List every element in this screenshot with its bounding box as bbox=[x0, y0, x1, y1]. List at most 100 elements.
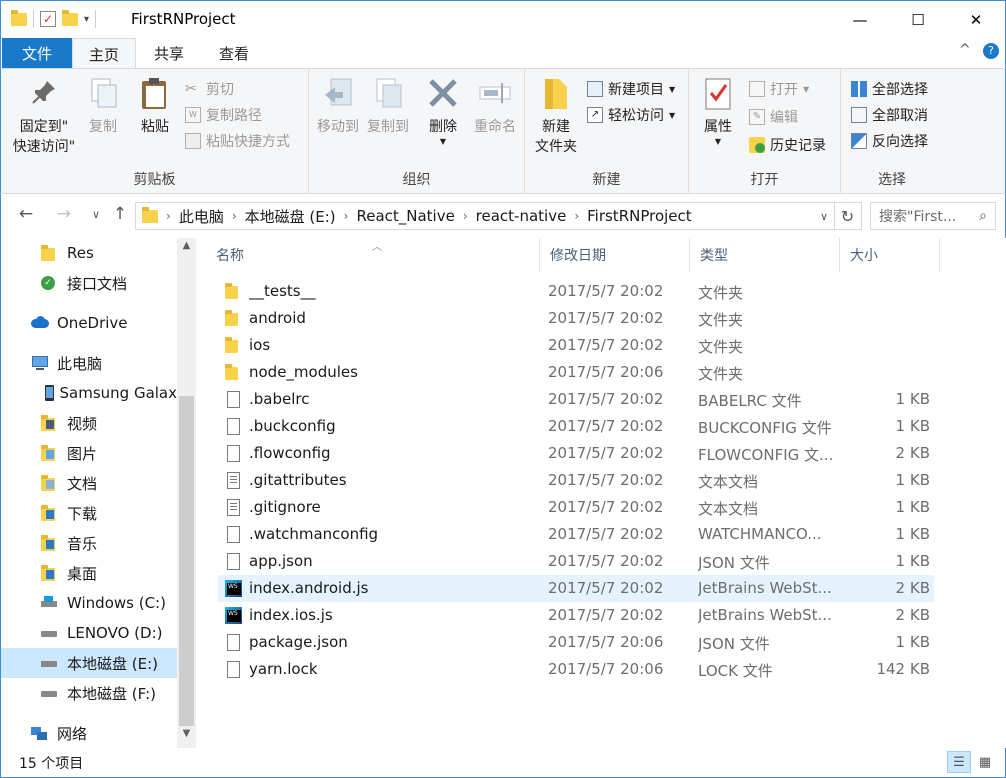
sidebar-item[interactable]: 图片 bbox=[1, 438, 177, 468]
recent-locations-chevron-icon[interactable]: ∨ bbox=[85, 208, 107, 221]
new-folder-button[interactable]: 新建 文件夹 bbox=[531, 75, 581, 157]
rename-button[interactable]: 重命名 bbox=[469, 75, 521, 137]
breadcrumb-first-rn-project[interactable]: FirstRNProject bbox=[581, 207, 698, 225]
file-row[interactable]: .buckconfig 2017/5/7 20:02 BUCKCONFIG 文件 1 … bbox=[218, 413, 934, 440]
chevron-right-icon[interactable]: › bbox=[230, 209, 239, 223]
sidebar-item-label: 音乐 bbox=[67, 534, 98, 553]
file-row[interactable]: android 2017/5/7 20:02 文件夹 bbox=[218, 305, 934, 332]
edit-button[interactable]: ✎ 编辑 bbox=[749, 107, 798, 127]
chevron-right-icon[interactable]: › bbox=[572, 209, 581, 223]
file-row[interactable]: ios 2017/5/7 20:02 文件夹 bbox=[218, 332, 934, 359]
sidebar-item[interactable]: Windows (C:) bbox=[1, 588, 177, 618]
help-icon[interactable]: ? bbox=[983, 43, 999, 59]
address-history-chevron-icon[interactable]: ∨ bbox=[820, 210, 828, 223]
file-row[interactable]: .gitignore 2017/5/7 20:02 文本文档 1 KB bbox=[218, 494, 934, 521]
pin-quick-access-button[interactable]: 固定到" 快速访问" bbox=[9, 75, 79, 157]
sidebar-item[interactable]: Samsung Galax bbox=[1, 378, 177, 408]
sidebar-item[interactable]: 本地磁盘 (E:) bbox=[1, 648, 177, 678]
back-arrow-icon[interactable]: ← bbox=[15, 204, 37, 224]
breadcrumb-react-native-folder[interactable]: React_Native bbox=[350, 207, 460, 225]
breadcrumb-react-native[interactable]: react-native bbox=[470, 207, 573, 225]
file-icon bbox=[225, 445, 241, 462]
paste-button[interactable]: 粘贴 bbox=[133, 75, 177, 137]
breadcrumb-drive-e[interactable]: 本地磁盘 (E:) bbox=[239, 206, 342, 227]
sidebar-item[interactable]: Res bbox=[1, 238, 177, 268]
sidebar-item[interactable]: 视频 bbox=[1, 408, 177, 438]
file-row[interactable]: package.json 2017/5/7 20:06 JSON 文件 1 KB bbox=[218, 629, 934, 656]
sidebar-item[interactable]: LENOVO (D:) bbox=[1, 618, 177, 648]
minimize-button[interactable]: — bbox=[831, 1, 889, 39]
properties-check-icon[interactable]: ✓ bbox=[40, 11, 56, 27]
tab-share[interactable]: 共享 bbox=[141, 38, 197, 68]
ribbon-tabs: 文件 主页 共享 查看 ^ ? bbox=[0, 38, 1006, 69]
easy-access-button[interactable]: ↗ 轻松访问 ▼ bbox=[587, 105, 675, 125]
select-none-button[interactable]: 全部取消 bbox=[851, 105, 928, 125]
sidebar-item[interactable]: 音乐 bbox=[1, 528, 177, 558]
file-row[interactable]: node_modules 2017/5/7 20:06 文件夹 bbox=[218, 359, 934, 386]
scroll-up-arrow-icon[interactable]: ▲ bbox=[177, 240, 196, 257]
cut-button[interactable]: ✂ 剪切 bbox=[185, 79, 234, 99]
paste-shortcut-label: 粘贴快捷方式 bbox=[206, 134, 290, 150]
new-item-button[interactable]: 新建项目 ▼ bbox=[587, 79, 675, 99]
sidebar-item[interactable]: 下载 bbox=[1, 498, 177, 528]
column-header-size[interactable]: 大小 bbox=[840, 238, 940, 272]
copy-to-button[interactable]: 复制到 bbox=[363, 75, 413, 137]
sidebar-item[interactable]: OneDrive bbox=[1, 308, 177, 338]
large-icons-view-icon[interactable]: ▦ bbox=[973, 751, 997, 773]
chevron-right-icon[interactable]: › bbox=[164, 209, 173, 223]
customize-toolbar-icon[interactable]: ▾ bbox=[84, 14, 89, 25]
paste-shortcut-button[interactable]: 粘贴快捷方式 bbox=[185, 131, 290, 151]
chevron-right-icon[interactable]: › bbox=[461, 209, 470, 223]
breadcrumb-this-pc[interactable]: 此电脑 bbox=[173, 206, 230, 227]
column-header-type[interactable]: 类型 bbox=[690, 238, 840, 272]
file-row[interactable]: .babelrc 2017/5/7 20:02 BABELRC 文件 1 KB bbox=[218, 386, 934, 413]
forward-arrow-icon[interactable]: → bbox=[53, 204, 75, 224]
file-row[interactable]: app.json 2017/5/7 20:02 JSON 文件 1 KB bbox=[218, 548, 934, 575]
address-bar[interactable]: › 此电脑 › 本地磁盘 (E:) › React_Native › react… bbox=[135, 202, 835, 230]
collapse-ribbon-icon[interactable]: ^ bbox=[959, 42, 971, 58]
column-header-date[interactable]: 修改日期 bbox=[540, 238, 690, 272]
history-button[interactable]: 历史记录 bbox=[749, 135, 826, 155]
sidebar-item[interactable]: 桌面 bbox=[1, 558, 177, 588]
file-row[interactable]: index.android.js 2017/5/7 20:02 JetBrains … bbox=[218, 575, 934, 602]
sidebar-item[interactable]: 文档 bbox=[1, 468, 177, 498]
maximize-button[interactable]: ☐ bbox=[889, 1, 947, 39]
search-input[interactable]: 搜索"First... ⌕ bbox=[870, 202, 996, 230]
copy-button[interactable]: 复制 bbox=[81, 75, 125, 137]
move-to-button[interactable]: 移动到 bbox=[313, 75, 363, 137]
up-arrow-icon[interactable]: ↑ bbox=[109, 204, 131, 224]
chevron-right-icon[interactable]: › bbox=[342, 209, 351, 223]
close-button[interactable]: ✕ bbox=[947, 1, 1005, 39]
file-date: 2017/5/7 20:02 bbox=[548, 282, 664, 300]
tab-file[interactable]: 文件 bbox=[2, 38, 72, 68]
new-folder-icon[interactable] bbox=[62, 10, 78, 27]
file-row[interactable]: .gitattributes 2017/5/7 20:02 文本文档 1 KB bbox=[218, 467, 934, 494]
tab-view[interactable]: 查看 bbox=[205, 38, 263, 68]
easy-access-label: 轻松访问 bbox=[608, 108, 664, 124]
file-row[interactable]: yarn.lock 2017/5/7 20:06 LOCK 文件 142 KB bbox=[218, 656, 934, 683]
file-row[interactable]: index.ios.js 2017/5/7 20:02 JetBrains WebS… bbox=[218, 602, 934, 629]
delete-button[interactable]: 删除 ▼ bbox=[421, 75, 465, 147]
properties-button[interactable]: 属性 ▼ bbox=[695, 75, 741, 147]
sidebar-item[interactable]: 网络 bbox=[1, 718, 177, 748]
file-row[interactable]: .watchmanconfig 2017/5/7 20:02 WATCHMANCO.… bbox=[218, 521, 934, 548]
copy-to-icon bbox=[371, 75, 405, 113]
invert-selection-button[interactable]: 反向选择 bbox=[851, 131, 928, 151]
details-view-icon[interactable]: ☰ bbox=[947, 751, 971, 773]
scrollbar-thumb[interactable] bbox=[179, 396, 194, 726]
refresh-icon[interactable]: ↻ bbox=[834, 202, 862, 230]
search-placeholder: 搜索"First... bbox=[879, 209, 957, 225]
sidebar-scrollbar[interactable]: ▲ ▼ bbox=[177, 238, 196, 748]
scroll-down-arrow-icon[interactable]: ▼ bbox=[177, 728, 196, 745]
file-row[interactable]: .flowconfig 2017/5/7 20:02 FLOWCONFIG 文...… bbox=[218, 440, 934, 467]
file-row[interactable]: __tests__ 2017/5/7 20:02 文件夹 bbox=[218, 278, 934, 305]
search-icon: ⌕ bbox=[979, 208, 987, 224]
column-header-name[interactable]: 名称 bbox=[206, 238, 540, 272]
open-button[interactable]: 打开 ▼ bbox=[749, 79, 809, 99]
tab-home[interactable]: 主页 bbox=[72, 38, 136, 69]
select-all-button[interactable]: 全部选择 bbox=[851, 79, 928, 99]
sidebar-item[interactable]: 此电脑 bbox=[1, 348, 177, 378]
sidebar-item[interactable]: 本地磁盘 (F:) bbox=[1, 678, 177, 708]
copy-path-button[interactable]: W 复制路径 bbox=[185, 105, 262, 125]
sidebar-item[interactable]: ✓ 接口文档 bbox=[1, 268, 177, 298]
